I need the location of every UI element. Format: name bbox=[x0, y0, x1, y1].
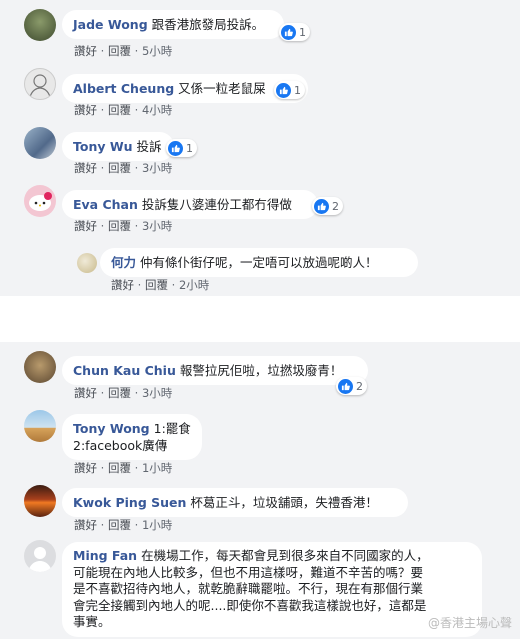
commenter-name[interactable]: Chun Kau Chiu bbox=[73, 363, 176, 378]
comment-text: 報警拉尻佢啦，垃撚圾廢青！ bbox=[179, 363, 343, 378]
comment-text: 事實。 bbox=[73, 614, 111, 629]
comment-bubble: Albert Cheung 又係一粒老鼠屎 bbox=[62, 74, 308, 103]
timestamp[interactable]: 3小時 bbox=[142, 161, 172, 175]
comment-bubble: Tony Wong 1:罷食 2:facebook廣傳 bbox=[62, 414, 202, 460]
section-gap bbox=[0, 296, 520, 342]
reply-bubble: 何力 仲有條仆街仔呢，一定唔可以放過呢啲人！ bbox=[100, 248, 418, 277]
avatar[interactable] bbox=[24, 351, 56, 383]
watermark: @香港主場心聲 bbox=[427, 616, 512, 630]
comment-bubble: Chun Kau Chiu 報警拉尻佢啦，垃撚圾廢青！ bbox=[62, 356, 368, 385]
comment-bubble: Jade Wong 跟香港旅發局投訴。 bbox=[62, 10, 284, 39]
like-icon bbox=[338, 378, 353, 394]
reply-link[interactable]: 回覆 bbox=[108, 461, 131, 475]
comment-bubble: Ming Fan 在機場工作，每天都會見到很多來自不同國家的人， 可能現在內地人比… bbox=[62, 542, 482, 637]
timestamp[interactable]: 5小時 bbox=[142, 44, 172, 58]
comment-text: 可能現在內地人比較多，但也不用這樣呀，難道不辛苦的嗎？要 bbox=[73, 564, 424, 580]
comment-actions: 讚好 · 回覆 · 2小時 bbox=[111, 278, 210, 292]
like-icon bbox=[281, 24, 296, 40]
reaction-count[interactable]: 1 bbox=[274, 81, 305, 99]
commenter-name[interactable]: Albert Cheung bbox=[73, 81, 174, 96]
like-link[interactable]: 讚好 bbox=[74, 518, 97, 532]
like-icon bbox=[168, 140, 183, 156]
timestamp[interactable]: 3小時 bbox=[142, 219, 172, 233]
commenter-name[interactable]: Kwok Ping Suen bbox=[73, 495, 186, 510]
like-link[interactable]: 讚好 bbox=[74, 461, 97, 475]
avatar[interactable] bbox=[24, 410, 56, 442]
comment-bubble: Kwok Ping Suen 杯葛正斗，垃圾舖頭，失禮香港！ bbox=[62, 488, 408, 517]
reply-link[interactable]: 回覆 bbox=[108, 386, 131, 400]
like-link[interactable]: 讚好 bbox=[74, 219, 97, 233]
avatar[interactable] bbox=[24, 540, 56, 572]
like-link[interactable]: 讚好 bbox=[74, 161, 97, 175]
comment-text: 2:facebook廣傳 bbox=[73, 438, 168, 453]
comment-bubble: Tony Wu 投訴 bbox=[62, 132, 174, 161]
commenter-name[interactable]: Ming Fan bbox=[73, 548, 137, 563]
like-link[interactable]: 讚好 bbox=[74, 44, 97, 58]
comment-text: 會完全接觸到內地人的呢....即使你不喜歡我這樣說也好，這都是 bbox=[73, 597, 427, 613]
avatar[interactable] bbox=[24, 68, 56, 100]
reaction-count[interactable]: 2 bbox=[336, 377, 367, 395]
reply-link[interactable]: 回覆 bbox=[108, 518, 131, 532]
comment-actions: 讚好 · 回覆 · 4小時 bbox=[74, 103, 173, 117]
commenter-name[interactable]: Eva Chan bbox=[73, 197, 138, 212]
comment-text: 在機場工作，每天都會見到很多來自不同國家的人， bbox=[141, 548, 429, 563]
like-icon bbox=[314, 198, 329, 214]
timestamp[interactable]: 1小時 bbox=[142, 518, 172, 532]
commenter-name[interactable]: Tony Wong bbox=[73, 421, 150, 436]
like-link[interactable]: 讚好 bbox=[74, 103, 97, 117]
reply-link[interactable]: 回覆 bbox=[108, 219, 131, 233]
comment-actions: 讚好 · 回覆 · 3小時 bbox=[74, 386, 173, 400]
comment-text: 投訴 bbox=[136, 139, 162, 154]
comment-actions: 讚好 · 回覆 · 1小時 bbox=[74, 518, 173, 532]
timestamp[interactable]: 4小時 bbox=[142, 103, 172, 117]
timestamp[interactable]: 3小時 bbox=[142, 386, 172, 400]
reply-link[interactable]: 回覆 bbox=[108, 44, 131, 58]
comment-text: 杯葛正斗，垃圾舖頭，失禮香港！ bbox=[190, 495, 378, 510]
comment-actions: 讚好 · 回覆 · 3小時 bbox=[74, 161, 173, 175]
comment-text: 跟香港旅發局投訴。 bbox=[151, 17, 265, 32]
comment-text: 是不喜歡招待內地人，就乾脆辭職罷啦。不行，現在有那個行業 bbox=[73, 581, 424, 596]
like-icon bbox=[276, 82, 291, 98]
commenter-name[interactable]: Jade Wong bbox=[73, 17, 148, 32]
reply-link[interactable]: 回覆 bbox=[145, 278, 168, 292]
avatar[interactable] bbox=[77, 253, 97, 273]
commenter-name[interactable]: Tony Wu bbox=[73, 139, 133, 154]
reaction-count[interactable]: 2 bbox=[312, 197, 343, 215]
reaction-count[interactable]: 1 bbox=[166, 139, 197, 157]
reply-link[interactable]: 回覆 bbox=[108, 161, 131, 175]
timestamp[interactable]: 1小時 bbox=[142, 461, 172, 475]
comment-text: 仲有條仆街仔呢，一定唔可以放過呢啲人！ bbox=[140, 255, 378, 270]
avatar[interactable] bbox=[24, 9, 56, 41]
comment-actions: 讚好 · 回覆 · 3小時 bbox=[74, 219, 173, 233]
avatar[interactable] bbox=[24, 185, 56, 217]
comment-text: 1:罷食 bbox=[153, 421, 191, 436]
reply-link[interactable]: 回覆 bbox=[108, 103, 131, 117]
reaction-count[interactable]: 1 bbox=[279, 23, 310, 41]
comment-text: 投訴隻八婆連份工都冇得做 bbox=[141, 197, 292, 212]
comment-text: 又係一粒老鼠屎 bbox=[178, 81, 266, 96]
comment-bubble: Eva Chan 投訴隻八婆連份工都冇得做 bbox=[62, 190, 318, 219]
like-link[interactable]: 讚好 bbox=[111, 278, 134, 292]
commenter-name[interactable]: 何力 bbox=[111, 255, 136, 270]
avatar[interactable] bbox=[24, 485, 56, 517]
comment-actions: 讚好 · 回覆 · 1小時 bbox=[74, 461, 173, 475]
timestamp[interactable]: 2小時 bbox=[179, 278, 209, 292]
comment-actions: 讚好 · 回覆 · 5小時 bbox=[74, 44, 173, 58]
like-link[interactable]: 讚好 bbox=[74, 386, 97, 400]
avatar[interactable] bbox=[24, 127, 56, 159]
